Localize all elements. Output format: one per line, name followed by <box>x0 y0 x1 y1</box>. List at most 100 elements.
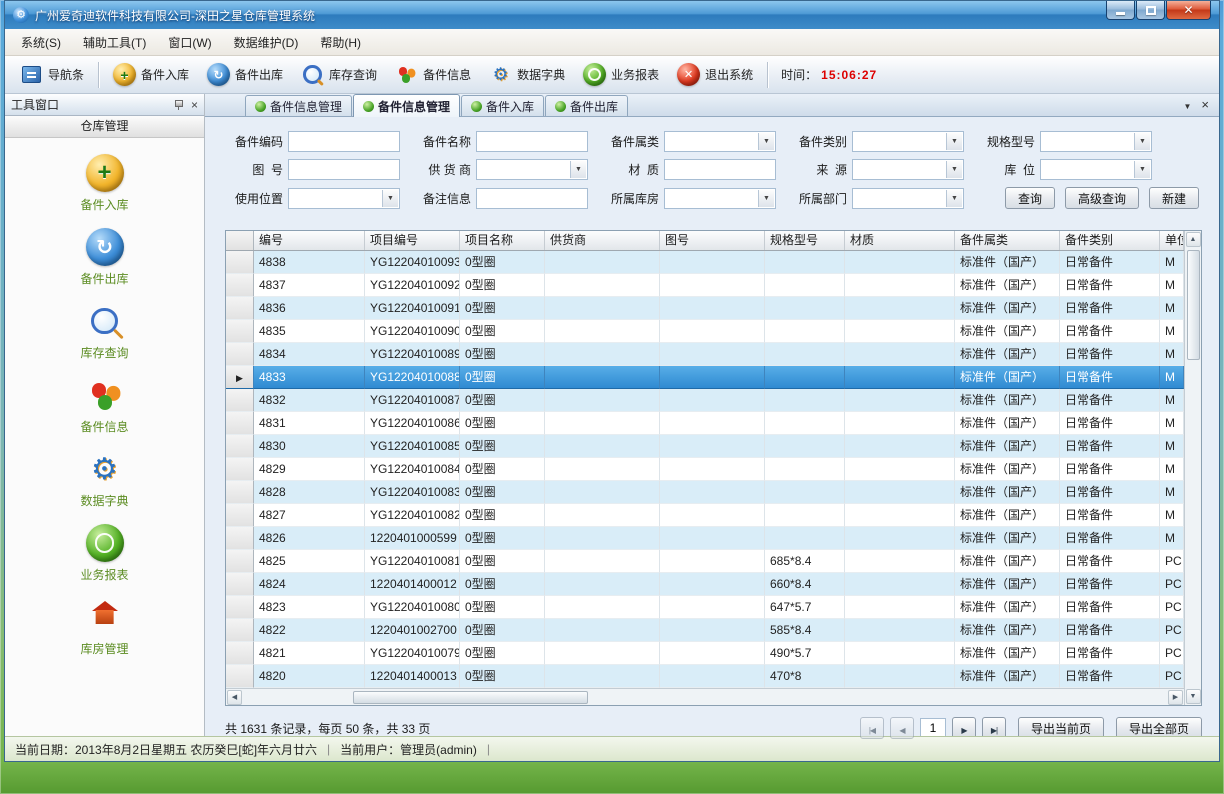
column-header[interactable]: 材质 <box>845 231 955 250</box>
table-row[interactable]: 4821 YG12204010079 0型圈 490*5.7 标准件（国产） 日… <box>226 642 1184 665</box>
sidebar-parts-info[interactable]: 备件信息 <box>45 376 165 435</box>
table-row[interactable]: 4824 1220401400012 0型圈 660*8.4 标准件（国产） 日… <box>226 573 1184 596</box>
table-row[interactable]: 4833 YG12204010088 0型圈 标准件（国产） 日常备件 <box>226 366 1184 389</box>
exit-system-button[interactable]: 退出系统 <box>668 60 762 89</box>
chevron-down-icon[interactable] <box>382 190 398 207</box>
chevron-down-icon[interactable] <box>1134 133 1150 150</box>
sidebar-data-dictionary[interactable]: 数据字典 <box>45 450 165 509</box>
horizontal-scroll-thumb[interactable] <box>353 691 588 704</box>
column-header[interactable]: 项目名称 <box>460 231 545 250</box>
tab-parts-outbound[interactable]: 备件出库 <box>545 95 628 116</box>
cell-part-category: 标准件（国产） <box>955 481 1060 504</box>
pin-icon[interactable] <box>173 99 183 110</box>
chevron-down-icon[interactable] <box>570 161 586 178</box>
chevron-down-icon[interactable] <box>758 190 774 207</box>
department-select[interactable] <box>852 188 964 209</box>
part-category-select[interactable] <box>664 131 776 152</box>
supplier-select[interactable] <box>476 159 588 180</box>
toolbar-item-label: 导航条 <box>48 66 84 83</box>
table-row[interactable]: 4831 YG12204010086 0型圈 标准件（国产） 日常备件 <box>226 412 1184 435</box>
toolbar-item-label: 业务报表 <box>611 66 659 83</box>
part-class-select[interactable] <box>852 131 964 152</box>
use-position-select[interactable] <box>288 188 400 209</box>
column-header[interactable]: 单位 <box>1160 231 1184 250</box>
parts-outbound-button[interactable]: 备件出库 <box>198 60 292 89</box>
table-row[interactable]: 4826 1220401000599 0型圈 标准件（国产） 日常备件 <box>226 527 1184 550</box>
scroll-right-icon[interactable] <box>1168 690 1183 705</box>
tab-close-icon[interactable] <box>1201 98 1209 112</box>
scroll-up-icon[interactable] <box>1186 232 1201 247</box>
vertical-scrollbar[interactable] <box>1184 231 1201 705</box>
chevron-down-icon[interactable] <box>946 133 962 150</box>
query-button[interactable]: 查询 <box>1005 187 1055 209</box>
page-number-input[interactable] <box>920 718 946 738</box>
sidebar-parts-inbound[interactable]: 备件入库 <box>45 154 165 213</box>
column-header[interactable]: 备件属类 <box>955 231 1060 250</box>
sidebar-stock-query[interactable]: 库存查询 <box>45 302 165 361</box>
table-row[interactable]: 4835 YG12204010090 0型圈 标准件（国产） 日常备件 <box>226 320 1184 343</box>
data-dictionary-button[interactable]: 数据字典 <box>480 60 574 89</box>
parts-inbound-button[interactable]: 备件入库 <box>104 60 198 89</box>
column-header[interactable]: 图号 <box>660 231 765 250</box>
chevron-down-icon[interactable] <box>946 190 962 207</box>
chevron-down-icon[interactable] <box>1134 161 1150 178</box>
sidebar-parts-outbound[interactable]: 备件出库 <box>45 228 165 287</box>
vertical-scroll-thumb[interactable] <box>1187 250 1200 360</box>
tab-parts-info-management-1[interactable]: 备件信息管理 <box>245 95 352 116</box>
table-row[interactable]: 4829 YG12204010084 0型圈 标准件（国产） 日常备件 <box>226 458 1184 481</box>
table-row[interactable]: 4838 YG12204010093 0型圈 标准件（国产） 日常备件 <box>226 251 1184 274</box>
advanced-query-button[interactable]: 高级查询 <box>1065 187 1139 209</box>
tab-parts-info-management-2[interactable]: 备件信息管理 <box>353 94 460 117</box>
column-header[interactable]: 编号 <box>254 231 365 250</box>
stock-query-button[interactable]: 库存查询 <box>292 60 386 89</box>
table-row[interactable]: 4820 1220401400013 0型圈 470*8 标准件（国产） 日常备… <box>226 665 1184 688</box>
tab-parts-inbound[interactable]: 备件入库 <box>461 95 544 116</box>
parts-info-button[interactable]: 备件信息 <box>386 60 480 89</box>
table-row[interactable]: 4828 YG12204010083 0型圈 标准件（国产） 日常备件 <box>226 481 1184 504</box>
part-code-input[interactable] <box>288 131 400 152</box>
table-row[interactable]: 4825 YG12204010081 0型圈 685*8.4 标准件（国产） 日… <box>226 550 1184 573</box>
table-row[interactable]: 4830 YG12204010085 0型圈 标准件（国产） 日常备件 <box>226 435 1184 458</box>
new-button[interactable]: 新建 <box>1149 187 1199 209</box>
menu-item[interactable]: 系统(S) <box>11 30 71 55</box>
menu-item[interactable]: 数据维护(D) <box>224 30 309 55</box>
menu-item[interactable]: 帮助(H) <box>310 30 371 55</box>
part-name-input[interactable] <box>476 131 588 152</box>
sidebar-business-report[interactable]: 业务报表 <box>45 524 165 583</box>
nav-bar-button[interactable]: 导航条 <box>11 60 93 89</box>
column-header[interactable]: 供货商 <box>545 231 660 250</box>
table-row[interactable]: 4823 YG12204010080 0型圈 647*5.7 标准件（国产） 日… <box>226 596 1184 619</box>
scroll-down-icon[interactable] <box>1186 689 1201 704</box>
column-header[interactable]: 项目编号 <box>365 231 460 250</box>
sidebar-warehouse-management[interactable]: 库房管理 <box>45 598 165 657</box>
maximize-button[interactable] <box>1136 1 1165 20</box>
chevron-down-icon[interactable] <box>946 161 962 178</box>
remark-input[interactable] <box>476 188 588 209</box>
table-row[interactable]: 4836 YG12204010091 0型圈 标准件（国产） 日常备件 <box>226 297 1184 320</box>
horizontal-scrollbar[interactable] <box>226 688 1184 705</box>
warehouse-select[interactable] <box>664 188 776 209</box>
chevron-down-icon[interactable] <box>758 133 774 150</box>
drawing-no-input[interactable] <box>288 159 400 180</box>
menu-item[interactable]: 窗口(W) <box>158 30 221 55</box>
material-input[interactable] <box>664 159 776 180</box>
menu-item[interactable]: 辅助工具(T) <box>73 30 156 55</box>
column-header[interactable]: 规格型号 <box>765 231 845 250</box>
table-row[interactable]: 4837 YG12204010092 0型圈 标准件（国产） 日常备件 <box>226 274 1184 297</box>
scroll-left-icon[interactable] <box>227 690 242 705</box>
table-row[interactable]: 4827 YG12204010082 0型圈 标准件（国产） 日常备件 <box>226 504 1184 527</box>
table-row[interactable]: 4832 YG12204010087 0型圈 标准件（国产） 日常备件 <box>226 389 1184 412</box>
close-button[interactable] <box>1166 1 1211 20</box>
spec-model-select[interactable] <box>1040 131 1152 152</box>
tab-list-dropdown-icon[interactable] <box>1183 98 1191 112</box>
source-select[interactable] <box>852 159 964 180</box>
column-header[interactable]: 备件类别 <box>1060 231 1160 250</box>
business-report-button[interactable]: 业务报表 <box>574 60 668 89</box>
close-panel-icon[interactable] <box>191 99 198 111</box>
minimize-button[interactable] <box>1106 1 1135 20</box>
table-row[interactable]: 4834 YG12204010089 0型圈 标准件（国产） 日常备件 <box>226 343 1184 366</box>
first-page-button[interactable] <box>860 717 884 739</box>
prev-page-button[interactable] <box>890 717 914 739</box>
table-row[interactable]: 4822 1220401002700 0型圈 585*8.4 标准件（国产） 日… <box>226 619 1184 642</box>
location-select[interactable] <box>1040 159 1152 180</box>
